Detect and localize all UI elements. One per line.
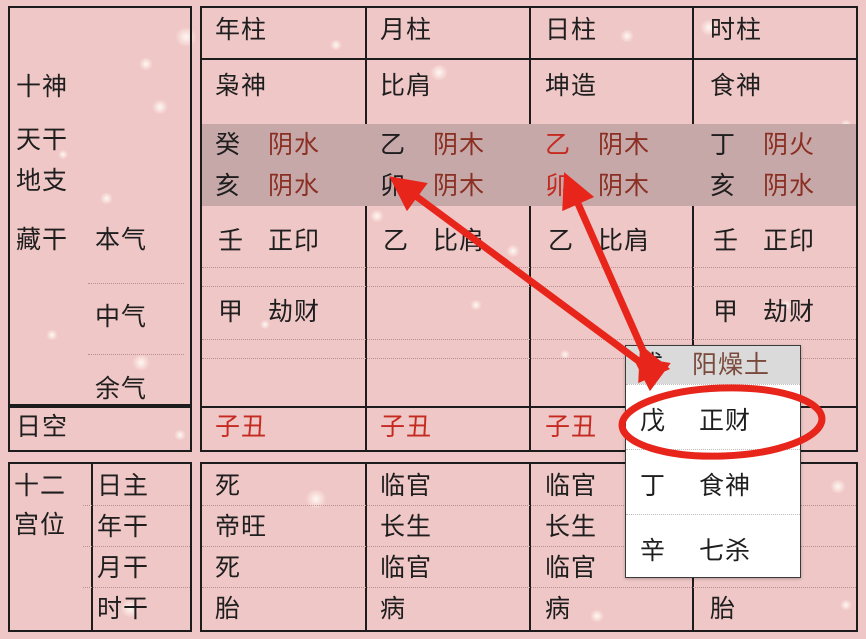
stem-element-year: 阴水 <box>268 132 321 159</box>
branch-char-day: 卯 <box>545 173 572 200</box>
label-palace-row-3: 时干 <box>97 596 150 623</box>
stem-element-day: 阴木 <box>598 132 651 159</box>
popup-branch-char: 戌 <box>638 352 665 379</box>
left-hidden-divider-1 <box>88 283 184 284</box>
pillars-col-divider-2 <box>529 8 531 450</box>
branch-element-hour: 阴水 <box>763 173 816 200</box>
stem-element-hour: 阴火 <box>763 132 816 159</box>
stem-char-month: 乙 <box>380 132 407 159</box>
pillar-header-hour: 时柱 <box>710 17 763 44</box>
popup-hidden-god-2: 七杀 <box>699 538 752 565</box>
label-palace-row-0: 日主 <box>97 473 150 500</box>
left-palace-divider-3 <box>83 587 190 588</box>
popup-row-divider-1 <box>626 384 800 385</box>
left-palace-divider-2 <box>83 546 190 547</box>
pillar-header-day: 日柱 <box>545 17 598 44</box>
branch-char-year: 亥 <box>215 173 242 200</box>
stem-char-year: 癸 <box>215 132 242 159</box>
palace-month-1: 长生 <box>380 514 433 541</box>
hidden-stem-popup[interactable]: 戌 阳燥土 戊 正财 丁 食神 辛 七杀 <box>625 345 801 578</box>
popup-hidden-god-1: 食神 <box>699 473 752 500</box>
palace-month-2: 临官 <box>380 555 433 582</box>
palace-month-0: 临官 <box>380 473 433 500</box>
branch-element-year: 阴水 <box>268 173 321 200</box>
ten-god-day: 坤造 <box>545 73 598 100</box>
hidden-stem-month-0: 乙 <box>383 228 410 255</box>
hidden-stem-hour-0: 壬 <box>713 228 740 255</box>
left-label-table <box>8 6 192 408</box>
popup-hidden-stem-0: 戊 <box>640 408 667 435</box>
ten-god-month: 比肩 <box>380 73 433 100</box>
left-hidden-divider-2 <box>88 354 184 355</box>
hidden-stem-year-0: 壬 <box>218 228 245 255</box>
label-ten-gods: 十神 <box>16 74 69 101</box>
palaces-row-divider-3 <box>202 587 856 588</box>
day-void-year: 子丑 <box>215 414 268 441</box>
palace-day-3: 病 <box>545 596 572 623</box>
label-hidden-main-qi: 本气 <box>95 227 148 254</box>
label-palace-row-2: 月干 <box>97 555 150 582</box>
label-hidden-middle-qi: 中气 <box>95 304 148 331</box>
label-palace-row-1: 年干 <box>97 514 150 541</box>
day-void-month: 子丑 <box>380 414 433 441</box>
hidden-stem-year-1: 甲 <box>218 299 245 326</box>
left-palaces-vertical-divider <box>91 464 93 630</box>
label-day-void: 日空 <box>16 414 69 441</box>
stem-element-month: 阴木 <box>433 132 486 159</box>
palace-month-3: 病 <box>380 596 407 623</box>
hidden-god-month-0: 比肩 <box>433 228 486 255</box>
popup-row-divider-2 <box>626 449 800 450</box>
hidden-god-hour-1: 劫财 <box>763 299 816 326</box>
branch-char-month: 卯 <box>380 173 407 200</box>
hidden-god-hour-0: 正印 <box>763 228 816 255</box>
label-hidden-residual-qi: 余气 <box>95 376 148 403</box>
popup-branch-element: 阳燥土 <box>692 352 771 379</box>
palace-year-3: 胎 <box>215 596 242 623</box>
label-earthly-branch: 地支 <box>16 168 69 195</box>
ten-god-hour: 食神 <box>710 73 763 100</box>
pillars-hidden-divider-2 <box>202 286 856 287</box>
palace-hour-3: 胎 <box>710 596 737 623</box>
palaces-col-divider-2 <box>529 464 531 630</box>
palace-year-1: 帝旺 <box>215 514 268 541</box>
hidden-god-day-0: 比肩 <box>598 228 651 255</box>
label-twelve-palaces-line2: 宫位 <box>14 512 67 539</box>
pillar-header-month: 月柱 <box>380 17 433 44</box>
hidden-god-year-1: 劫财 <box>268 299 321 326</box>
label-heavenly-stem: 天干 <box>16 127 69 154</box>
ten-god-year: 枭神 <box>215 73 268 100</box>
stem-char-hour: 丁 <box>710 132 737 159</box>
palace-year-0: 死 <box>215 473 242 500</box>
branch-char-hour: 亥 <box>710 173 737 200</box>
pillars-hidden-divider-3 <box>202 339 856 340</box>
branch-element-month: 阴木 <box>433 173 486 200</box>
popup-hidden-god-0: 正财 <box>699 408 752 435</box>
branch-element-day: 阴木 <box>598 173 651 200</box>
bazi-chart-root: 十神 天干 地支 藏干 本气 中气 余气 日空 十二 宫位 日主 年干 月干 时… <box>0 0 866 639</box>
stem-char-day: 乙 <box>545 132 572 159</box>
hidden-god-year-0: 正印 <box>268 228 321 255</box>
palaces-col-divider-1 <box>365 464 367 630</box>
left-palace-divider-1 <box>83 505 190 506</box>
popup-row-divider-3 <box>626 514 800 515</box>
palace-year-2: 死 <box>215 555 242 582</box>
palace-day-2: 临官 <box>545 555 598 582</box>
palace-day-1: 长生 <box>545 514 598 541</box>
popup-hidden-stem-1: 丁 <box>640 473 667 500</box>
pillars-hidden-divider-1 <box>202 267 856 268</box>
hidden-stem-day-0: 乙 <box>548 228 575 255</box>
pillar-header-year: 年柱 <box>215 17 268 44</box>
popup-hidden-stem-2: 辛 <box>640 538 667 565</box>
label-hidden-stems: 藏干 <box>16 227 69 254</box>
day-void-day: 子丑 <box>545 414 598 441</box>
label-twelve-palaces-line1: 十二 <box>14 473 67 500</box>
pillars-col-divider-1 <box>365 8 367 450</box>
palace-day-0: 临官 <box>545 473 598 500</box>
hidden-stem-hour-1: 甲 <box>713 299 740 326</box>
